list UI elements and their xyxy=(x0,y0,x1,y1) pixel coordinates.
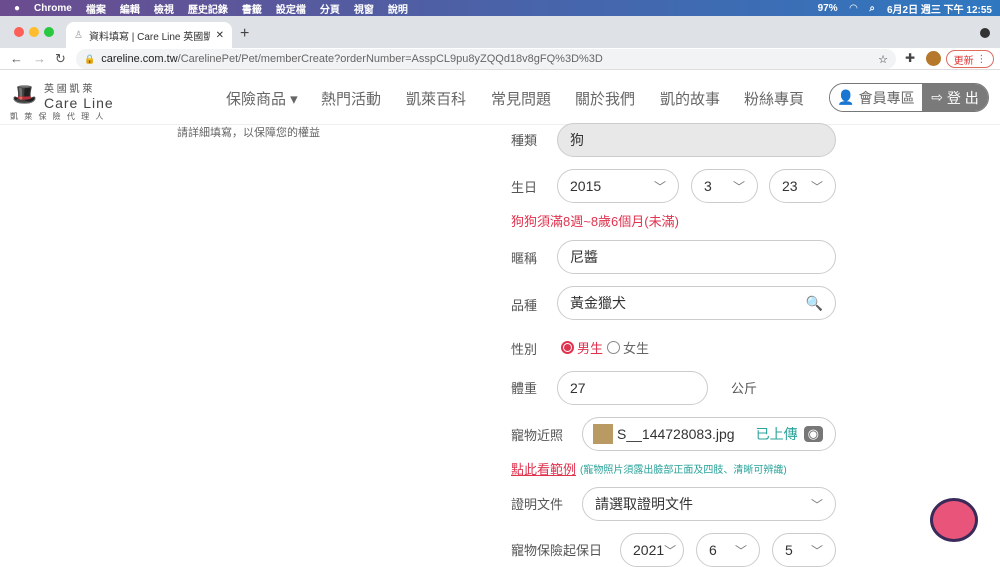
menu-item[interactable]: 視窗 xyxy=(354,1,374,16)
menu-item[interactable]: 說明 xyxy=(388,1,408,16)
nav-products[interactable]: 保險商品 ▾ xyxy=(226,88,298,109)
chevron-down-icon: ﹀ xyxy=(653,179,666,194)
close-tab-icon[interactable]: ✕ xyxy=(216,30,224,41)
star-icon[interactable]: ☆ xyxy=(878,53,888,66)
wifi-icon[interactable]: ◠ xyxy=(850,3,858,14)
logout-icon: ⇨ xyxy=(931,89,943,105)
minimize-window-button[interactable] xyxy=(29,27,39,37)
search-icon[interactable]: 🔍 xyxy=(806,295,823,312)
upload-status: 已上傳 xyxy=(755,426,798,442)
favicon-icon: ♙ xyxy=(74,29,83,41)
menu-item[interactable]: 設定檔 xyxy=(276,1,306,16)
camera-icon[interactable]: ◉ xyxy=(803,426,823,442)
pet-name-input[interactable]: 尼醬 xyxy=(557,240,836,274)
lock-icon: 🔒 xyxy=(84,53,96,64)
menu-item[interactable]: 檢視 xyxy=(154,1,174,16)
breed-input[interactable]: 黃金獵犬 🔍 xyxy=(557,286,836,320)
nav-fanpage[interactable]: 粉絲專頁 xyxy=(744,88,804,109)
menu-item[interactable]: 檔案 xyxy=(86,1,106,16)
gender-female-radio[interactable]: 女生 xyxy=(607,338,649,357)
chevron-down-icon: ﹀ xyxy=(810,497,823,512)
species-label: 種類 xyxy=(511,133,538,148)
address-bar[interactable]: 🔒 careline.com.tw/CarelinePet/Pet/member… xyxy=(76,49,896,69)
photo-upload[interactable]: S__144728083.jpg 已上傳 ◉ xyxy=(582,417,836,451)
new-tab-button[interactable]: + xyxy=(240,25,249,43)
gender-label: 性別 xyxy=(511,342,538,357)
breed-label: 品種 xyxy=(511,298,538,313)
menu-app[interactable]: Chrome xyxy=(34,3,72,14)
nav-about[interactable]: 關於我們 xyxy=(575,88,635,109)
logo[interactable]: 英 國 凱 萊 Care Line 凱 萊 保 險 代 理 人 🎩 xyxy=(10,80,114,122)
apple-icon[interactable]: ● xyxy=(14,3,20,14)
back-icon[interactable]: ← xyxy=(10,51,23,66)
clock[interactable]: 6月2日 週三 下午 12:55 xyxy=(887,1,992,16)
owl-chat-icon[interactable] xyxy=(930,498,978,542)
chevron-down-icon: ﹀ xyxy=(810,179,823,194)
weight-label: 體重 xyxy=(511,381,538,396)
browser-tab[interactable]: ♙ 資料填寫 | Care Line 英國凱萊 ✕ xyxy=(66,22,232,48)
photo-thumbnail xyxy=(593,424,613,444)
maximize-window-button[interactable] xyxy=(44,27,54,37)
birth-day-select[interactable]: 23 ﹀ xyxy=(769,169,836,203)
photo-note: (寵物照片須露出臉部正面及四肢、清晰可辨識) xyxy=(580,465,787,476)
chevron-down-icon: ﹀ xyxy=(732,179,745,194)
nav-events[interactable]: 熱門活動 xyxy=(321,88,381,109)
gender-male-radio[interactable]: 男生 xyxy=(561,338,603,357)
menu-item[interactable]: 編輯 xyxy=(120,1,140,16)
nav-wiki[interactable]: 凱萊百科 xyxy=(406,88,466,109)
form-hint: 請詳細填寫，以保障您的權益 xyxy=(177,127,320,139)
owl-logo-icon: 🎩 xyxy=(12,84,37,106)
menu-item[interactable]: 分頁 xyxy=(320,1,340,16)
name-label: 暱稱 xyxy=(511,251,538,266)
battery-percent[interactable]: 97% xyxy=(818,3,838,14)
menu-item[interactable]: 書籤 xyxy=(242,1,262,16)
start-date-label: 寵物保險起保日 xyxy=(511,543,603,558)
tab-search-icon[interactable] xyxy=(980,28,990,38)
menu-item[interactable]: 歷史記錄 xyxy=(188,1,228,16)
nav-faq[interactable]: 常見問題 xyxy=(491,88,551,109)
search-icon[interactable]: ⌕ xyxy=(869,3,875,14)
nav-story[interactable]: 凱的故事 xyxy=(660,88,720,109)
profile-avatar[interactable] xyxy=(926,51,941,66)
close-window-button[interactable] xyxy=(14,27,24,37)
logout-button[interactable]: ⇨ 登 出 xyxy=(922,84,988,111)
birth-year-select[interactable]: 2015 ﹀ xyxy=(557,169,679,203)
reload-icon[interactable]: ↻ xyxy=(55,51,66,67)
doc-label: 證明文件 xyxy=(511,497,564,512)
extensions-icon[interactable]: ✚ xyxy=(905,51,915,65)
birth-month-select[interactable]: 3 ﹀ xyxy=(691,169,758,203)
document-select[interactable]: 請選取證明文件 ﹀ xyxy=(582,487,836,521)
species-field: 狗 xyxy=(557,123,836,157)
weight-input[interactable]: 27 xyxy=(557,371,708,405)
weight-unit: 公斤 xyxy=(731,381,758,396)
update-button[interactable]: 更新 ⋮ xyxy=(946,50,994,68)
user-icon: 👤 xyxy=(837,89,855,105)
age-warning: 狗狗須滿8週~8歲6個月(未滿) xyxy=(511,214,679,229)
example-link[interactable]: 點此看範例 xyxy=(511,459,576,478)
photo-label: 寵物近照 xyxy=(511,428,564,443)
member-area-button[interactable]: 👤 會員專區 xyxy=(830,84,922,111)
forward-icon[interactable]: → xyxy=(33,51,46,66)
birth-label: 生日 xyxy=(511,180,538,195)
